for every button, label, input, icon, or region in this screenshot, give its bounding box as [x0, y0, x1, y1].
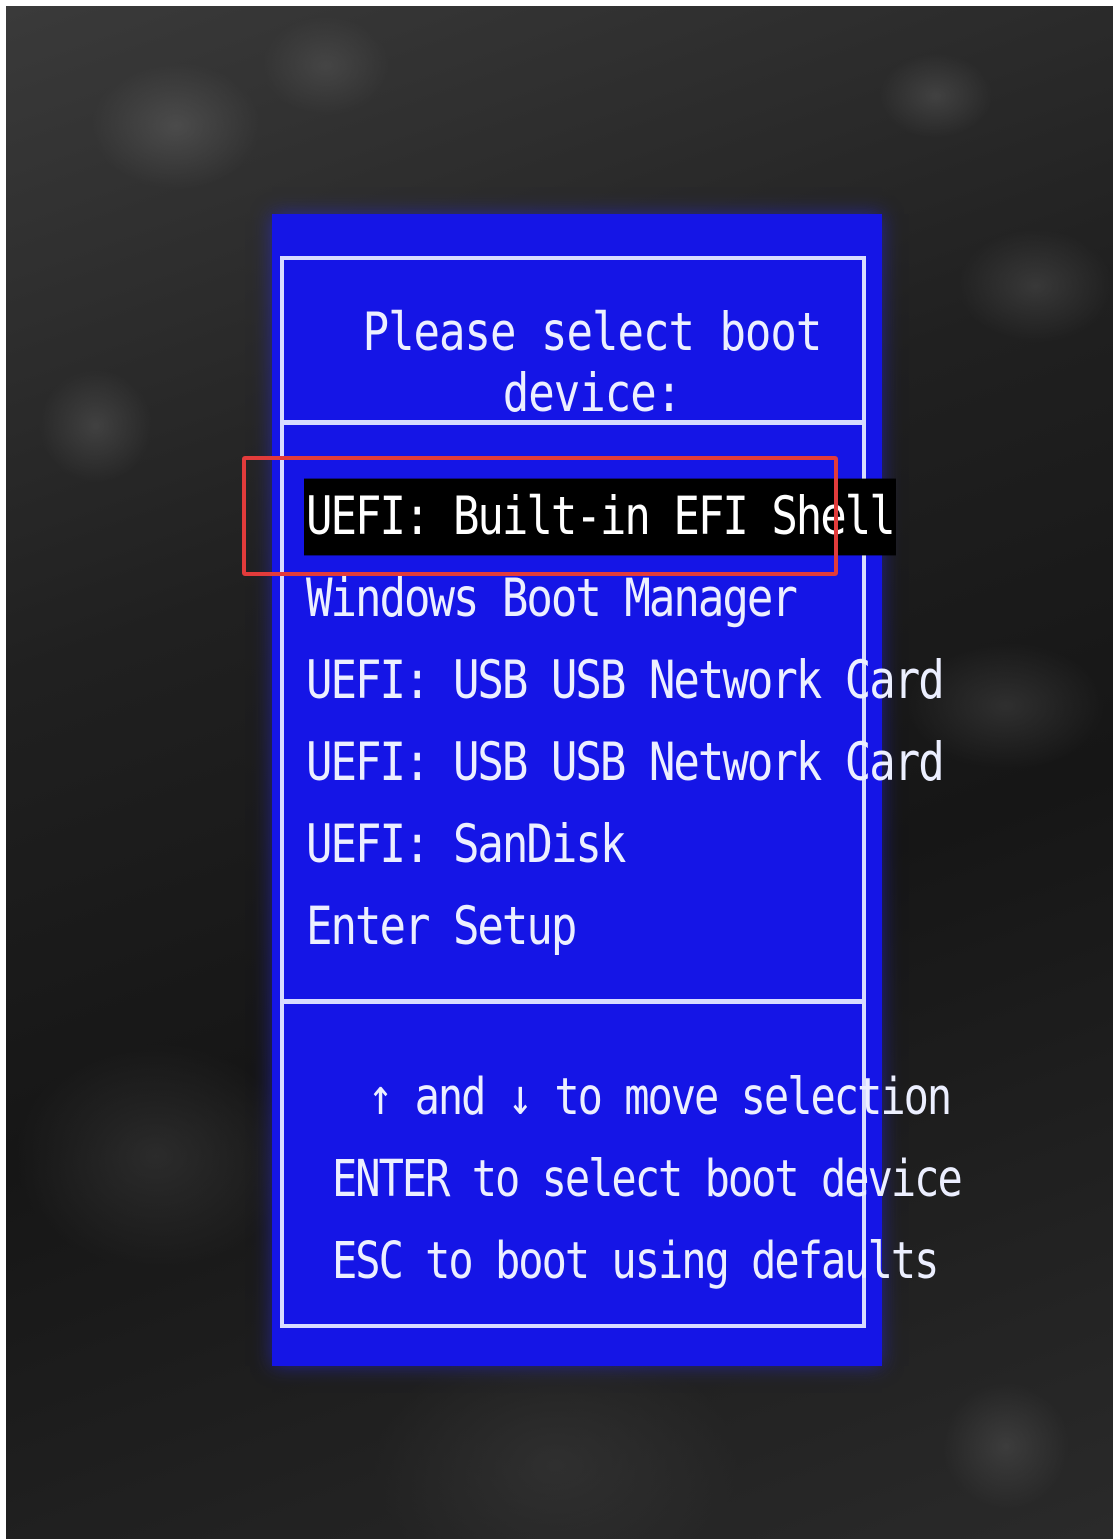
- boot-menu-title: Please select boot device:: [362, 301, 823, 425]
- boot-option-label: Enter Setup: [306, 895, 577, 957]
- boot-option-label: UEFI: SanDisk: [306, 813, 626, 875]
- help-move-text: to move selection: [554, 1067, 952, 1126]
- footer-divider: [280, 999, 866, 1004]
- help-enter-select: ENTER to select boot device: [332, 1149, 963, 1208]
- boot-option-label: UEFI: USB USB Network Card: [306, 649, 945, 711]
- boot-option-enter-setup[interactable]: Enter Setup: [304, 886, 945, 968]
- selection-annotation-box: [242, 456, 838, 576]
- boot-option-usb-network-card-2[interactable]: UEFI: USB USB Network Card: [304, 722, 945, 804]
- boot-menu-screen: Please select boot device: UEFI: Built-i…: [272, 214, 963, 1366]
- boot-option-usb-network-card-1[interactable]: UEFI: USB USB Network Card: [304, 640, 945, 722]
- help-and-text: and: [414, 1067, 487, 1126]
- up-arrow-icon: ↑: [368, 1067, 393, 1126]
- down-arrow-icon: ↓: [507, 1067, 533, 1126]
- help-esc-defaults: ESC to boot using defaults: [332, 1231, 939, 1290]
- help-move-selection: ↑ and ↓ to move selection: [332, 1056, 952, 1138]
- boot-option-label: UEFI: USB USB Network Card: [306, 731, 945, 793]
- boot-option-sandisk[interactable]: UEFI: SanDisk: [304, 804, 945, 886]
- help-instructions: ↑ and ↓ to move selection ENTER to selec…: [332, 1056, 963, 1302]
